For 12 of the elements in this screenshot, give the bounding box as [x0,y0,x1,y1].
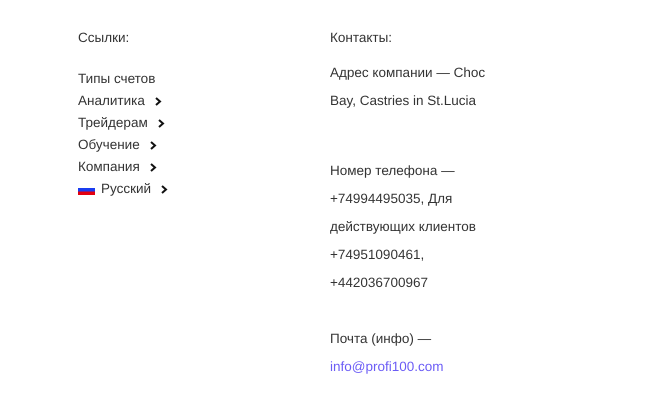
menu-link[interactable]: Типы счетов [78,68,156,90]
menu-link[interactable]: Компания [78,156,157,178]
email-link[interactable]: info@profi100.com [330,353,444,381]
menu-link[interactable]: Обучение [78,134,157,156]
contact-text: Адрес компании — Choc Bay, Castries in St.Lucia [330,64,486,110]
menu-link[interactable]: Трейдерам [78,112,165,134]
contacts-heading: Контакты: [330,29,394,47]
language-menu[interactable]: Русский [78,178,168,200]
menu-link[interactable]: Аналитика [78,90,162,112]
links-heading: Ссылки: [78,29,130,47]
contact-text: Номер телефона — +74994495035, Для действующих клиентов +74951090461, +442036700967 [330,162,477,292]
contact-text: Почта (инфо) — [330,330,432,348]
